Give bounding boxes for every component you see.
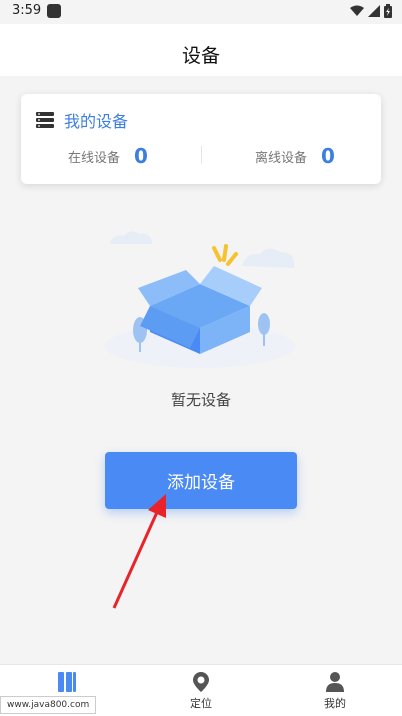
watermark: www.java800.com	[0, 696, 97, 714]
nav-item-location[interactable]: 定位	[134, 665, 268, 716]
card-title: 我的设备	[64, 112, 129, 131]
status-time: 3:59	[12, 3, 42, 18]
card-header: 我的设备	[36, 108, 128, 132]
page-title: 设备	[181, 45, 220, 67]
status-icons	[350, 4, 392, 18]
online-devices-label: 在线设备	[68, 150, 121, 166]
online-devices-stat: 在线设备 0	[68, 144, 148, 168]
title-bar: 设备	[0, 24, 402, 76]
empty-box-illustration	[105, 231, 295, 368]
offline-devices-stat: 离线设备 0	[255, 144, 335, 168]
add-device-button[interactable]: 添加设备	[105, 452, 297, 509]
server-icon	[36, 112, 54, 128]
empty-state-text: 暂无设备	[170, 391, 231, 409]
nav-item-mine[interactable]: 我的	[268, 665, 402, 716]
online-devices-count: 0	[134, 144, 148, 168]
battery-icon	[384, 4, 392, 18]
app-notification-icon	[47, 4, 61, 18]
stat-divider	[201, 146, 202, 164]
wifi-icon	[350, 5, 364, 16]
nav-label-location: 定位	[190, 697, 212, 710]
signal-icon	[368, 5, 380, 17]
offline-devices-count: 0	[321, 144, 335, 168]
status-bar: 3:59	[0, 0, 402, 24]
location-pin-icon	[193, 672, 209, 692]
my-devices-card[interactable]: 我的设备 在线设备 0 离线设备 0	[21, 94, 381, 184]
nav-label-mine: 我的	[324, 697, 346, 710]
person-icon	[326, 672, 344, 692]
device-icon	[58, 672, 76, 692]
offline-devices-label: 离线设备	[255, 150, 308, 166]
